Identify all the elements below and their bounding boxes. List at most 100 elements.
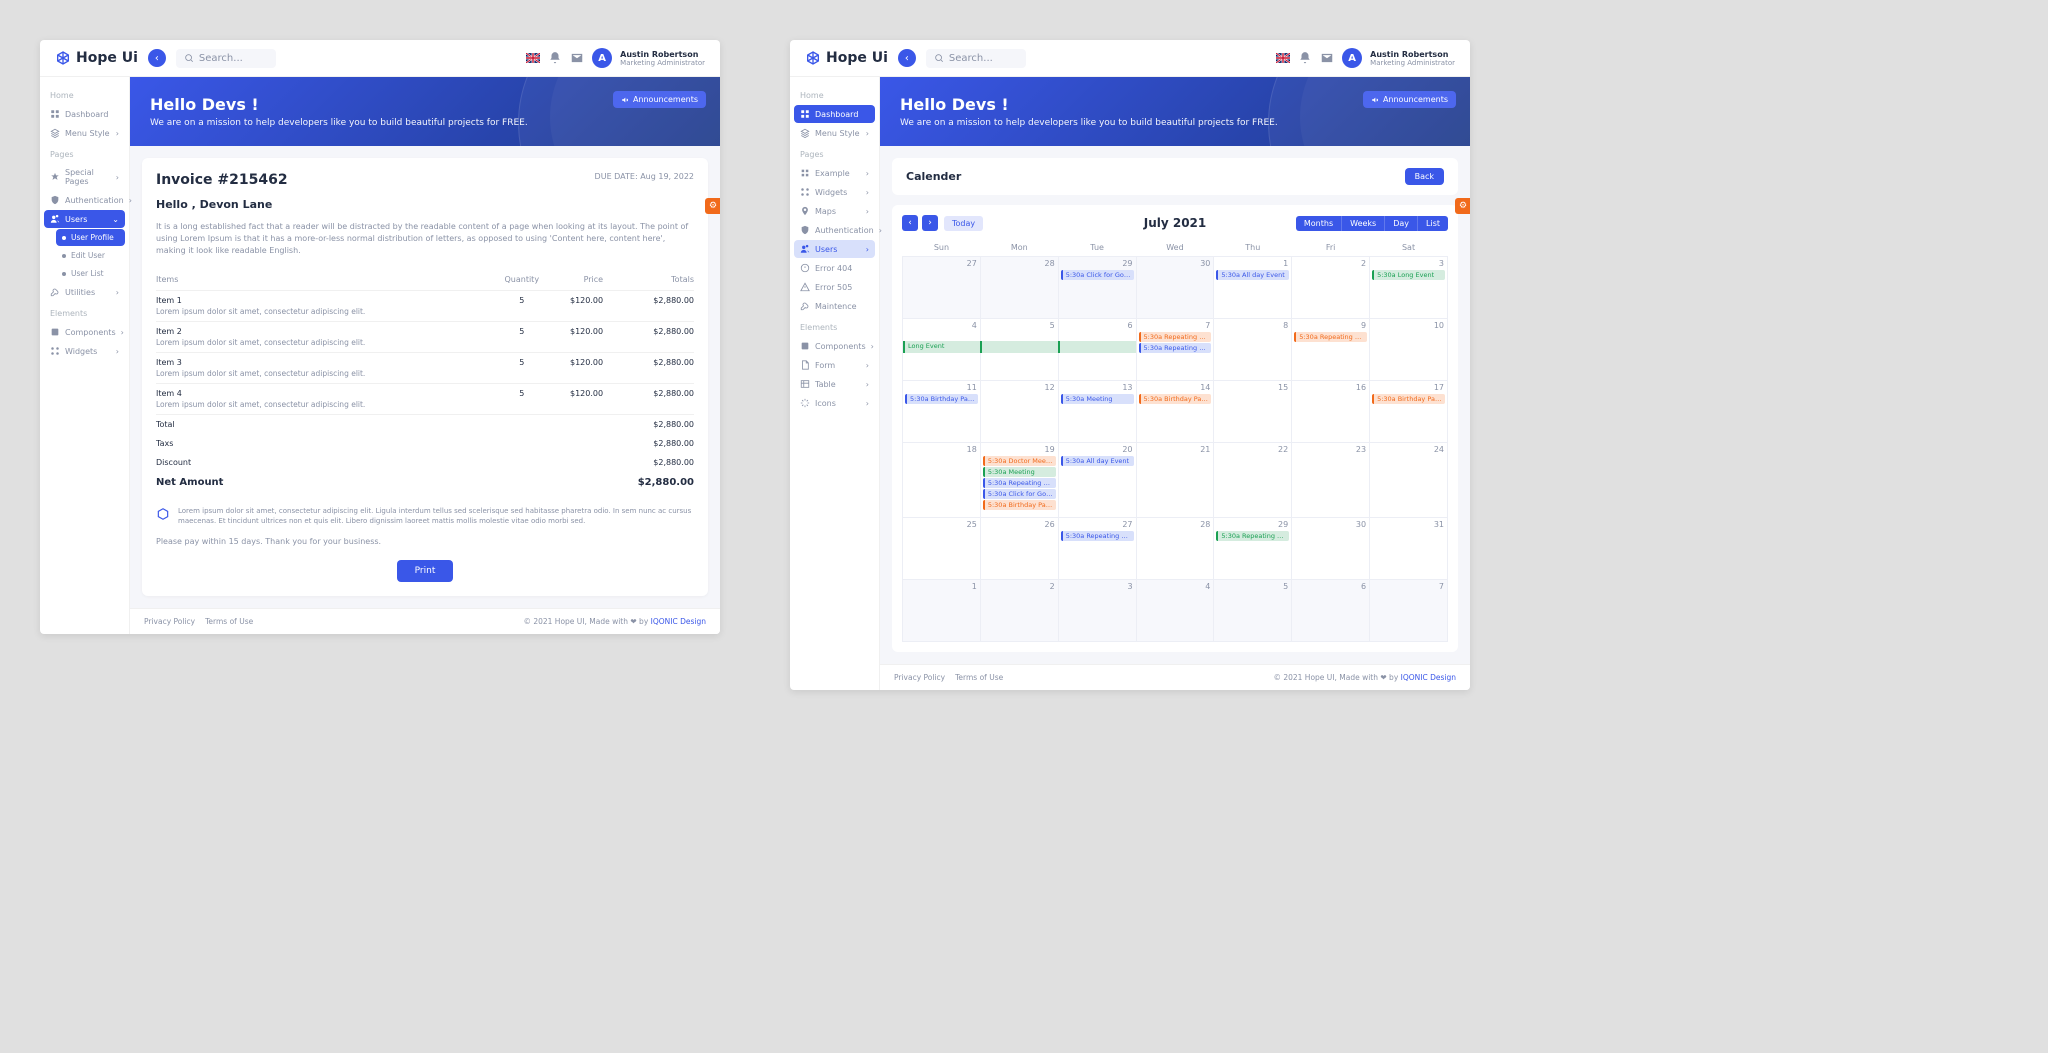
brand-link[interactable]: IQONIC Design (651, 617, 706, 626)
day-cell[interactable]: 1 (903, 580, 981, 642)
nav-authentication[interactable]: Authentication› (44, 191, 125, 209)
day-cell[interactable]: 4Long Event (903, 319, 981, 381)
day-cell[interactable]: 25 (903, 518, 981, 580)
event-span[interactable]: Long Event (903, 341, 980, 353)
nav-components[interactable]: Components› (794, 337, 875, 355)
day-cell[interactable]: 95:30a Repeating Event (1292, 319, 1370, 381)
day-cell[interactable]: 75:30a Repeating Event5:30a Repeating Ev… (1136, 319, 1214, 381)
event[interactable]: 5:30a All day Event (1216, 270, 1289, 280)
day-cell[interactable]: 5 (980, 319, 1058, 381)
brand-link[interactable]: IQONIC Design (1401, 673, 1456, 682)
event[interactable]: 5:30a Long Event (1372, 270, 1445, 280)
day-cell[interactable]: 275:30a Repeating Event (1058, 518, 1136, 580)
nav-user-list[interactable]: User List (56, 265, 125, 282)
language-flag[interactable] (1276, 51, 1290, 65)
sidebar-toggle[interactable]: ‹ (898, 49, 916, 67)
nav-icons[interactable]: Icons› (794, 394, 875, 412)
day-cell[interactable]: 7 (1370, 580, 1448, 642)
nav-authentication[interactable]: Authentication› (794, 221, 875, 239)
event[interactable]: 5:30a Repeating Event (1061, 531, 1134, 541)
print-button[interactable]: Print (397, 560, 454, 582)
back-button[interactable]: Back (1405, 168, 1444, 185)
nav-users[interactable]: Users› (794, 240, 875, 258)
day-cell[interactable]: 195:30a Doctor Meeting5:30a Meeting5:30a… (980, 443, 1058, 518)
cal-next[interactable]: › (922, 215, 938, 231)
event[interactable]: 5:30a Birthday Party (905, 394, 978, 404)
event[interactable]: 5:30a Repeating Event (1139, 343, 1212, 353)
day-cell[interactable]: 28 (980, 257, 1058, 319)
settings-fab[interactable]: ⚙ (1455, 198, 1470, 214)
announcements-button[interactable]: Announcements (613, 91, 706, 108)
nav-components[interactable]: Components› (44, 323, 125, 341)
day-cell[interactable]: 24 (1370, 443, 1448, 518)
event[interactable]: 5:30a Repeating Event (1216, 531, 1289, 541)
nav-special-pages[interactable]: Special Pages› (44, 164, 125, 190)
user-avatar[interactable]: A (1342, 48, 1362, 68)
day-cell[interactable]: 4 (1136, 580, 1214, 642)
terms-link[interactable]: Terms of Use (955, 673, 1003, 682)
nav-form[interactable]: Form› (794, 356, 875, 374)
event[interactable]: 5:30a All day Event (1061, 456, 1134, 466)
user-avatar[interactable]: A (592, 48, 612, 68)
event[interactable]: 5:30a Click for Google (983, 489, 1056, 499)
day-cell[interactable]: 16 (1292, 381, 1370, 443)
nav-dashboard[interactable]: Dashboard (44, 105, 125, 123)
event[interactable]: 5:30a Meeting (1061, 394, 1134, 404)
nav-maps[interactable]: Maps› (794, 202, 875, 220)
day-cell[interactable]: 295:30a Repeating Event (1214, 518, 1292, 580)
day-cell[interactable]: 28 (1136, 518, 1214, 580)
sidebar-toggle[interactable]: ‹ (148, 49, 166, 67)
search-input[interactable]: Search... (926, 49, 1026, 68)
day-cell[interactable]: 22 (1214, 443, 1292, 518)
nav-maintence[interactable]: Maintence (794, 297, 875, 315)
day-cell[interactable]: 30 (1136, 257, 1214, 319)
day-cell[interactable]: 2 (980, 580, 1058, 642)
notification-icon[interactable] (1298, 51, 1312, 65)
nav-error-505[interactable]: Error 505 (794, 278, 875, 296)
day-cell[interactable]: 27 (903, 257, 981, 319)
today-button[interactable]: Today (944, 216, 983, 231)
event[interactable]: 5:30a Birthday Party (983, 500, 1056, 510)
day-cell[interactable]: 21 (1136, 443, 1214, 518)
day-cell[interactable]: 8 (1214, 319, 1292, 381)
mail-icon[interactable] (1320, 51, 1334, 65)
nav-example[interactable]: Example› (794, 164, 875, 182)
day-cell[interactable]: 205:30a All day Event (1058, 443, 1136, 518)
view-weeks[interactable]: Weeks (1341, 216, 1384, 231)
day-cell[interactable]: 15:30a All day Event (1214, 257, 1292, 319)
nav-dashboard[interactable]: Dashboard (794, 105, 875, 123)
event[interactable]: 5:30a Repeating Event (1139, 332, 1212, 342)
day-cell[interactable]: 18 (903, 443, 981, 518)
day-cell[interactable]: 30 (1292, 518, 1370, 580)
day-cell[interactable]: 10 (1370, 319, 1448, 381)
nav-menu-style[interactable]: Menu Style› (794, 124, 875, 142)
terms-link[interactable]: Terms of Use (205, 617, 253, 626)
logo[interactable]: Hope Ui (805, 50, 888, 66)
day-cell[interactable]: 5 (1214, 580, 1292, 642)
privacy-link[interactable]: Privacy Policy (144, 617, 195, 626)
nav-error-404[interactable]: Error 404 (794, 259, 875, 277)
day-cell[interactable]: 6 (1292, 580, 1370, 642)
nav-widgets[interactable]: Widgets› (44, 342, 125, 360)
view-day[interactable]: Day (1384, 216, 1417, 231)
day-cell[interactable]: 115:30a Birthday Party (903, 381, 981, 443)
event[interactable]: 5:30a Repeating Event (983, 478, 1056, 488)
privacy-link[interactable]: Privacy Policy (894, 673, 945, 682)
nav-user-profile[interactable]: User Profile (56, 229, 125, 246)
nav-menu-style[interactable]: Menu Style› (44, 124, 125, 142)
day-cell[interactable]: 295:30a Click for Google (1058, 257, 1136, 319)
day-cell[interactable]: 26 (980, 518, 1058, 580)
day-cell[interactable]: 12 (980, 381, 1058, 443)
notification-icon[interactable] (548, 51, 562, 65)
search-input[interactable]: Search... (176, 49, 276, 68)
day-cell[interactable]: 135:30a Meeting (1058, 381, 1136, 443)
event[interactable]: 5:30a Birthday Party (1372, 394, 1445, 404)
cal-prev[interactable]: ‹ (902, 215, 918, 231)
day-cell[interactable]: 15 (1214, 381, 1292, 443)
logo[interactable]: Hope Ui (55, 50, 138, 66)
day-cell[interactable]: 175:30a Birthday Party (1370, 381, 1448, 443)
event[interactable]: 5:30a Meeting (983, 467, 1056, 477)
nav-table[interactable]: Table› (794, 375, 875, 393)
event[interactable]: 5:30a Birthday Party (1139, 394, 1212, 404)
announcements-button[interactable]: Announcements (1363, 91, 1456, 108)
